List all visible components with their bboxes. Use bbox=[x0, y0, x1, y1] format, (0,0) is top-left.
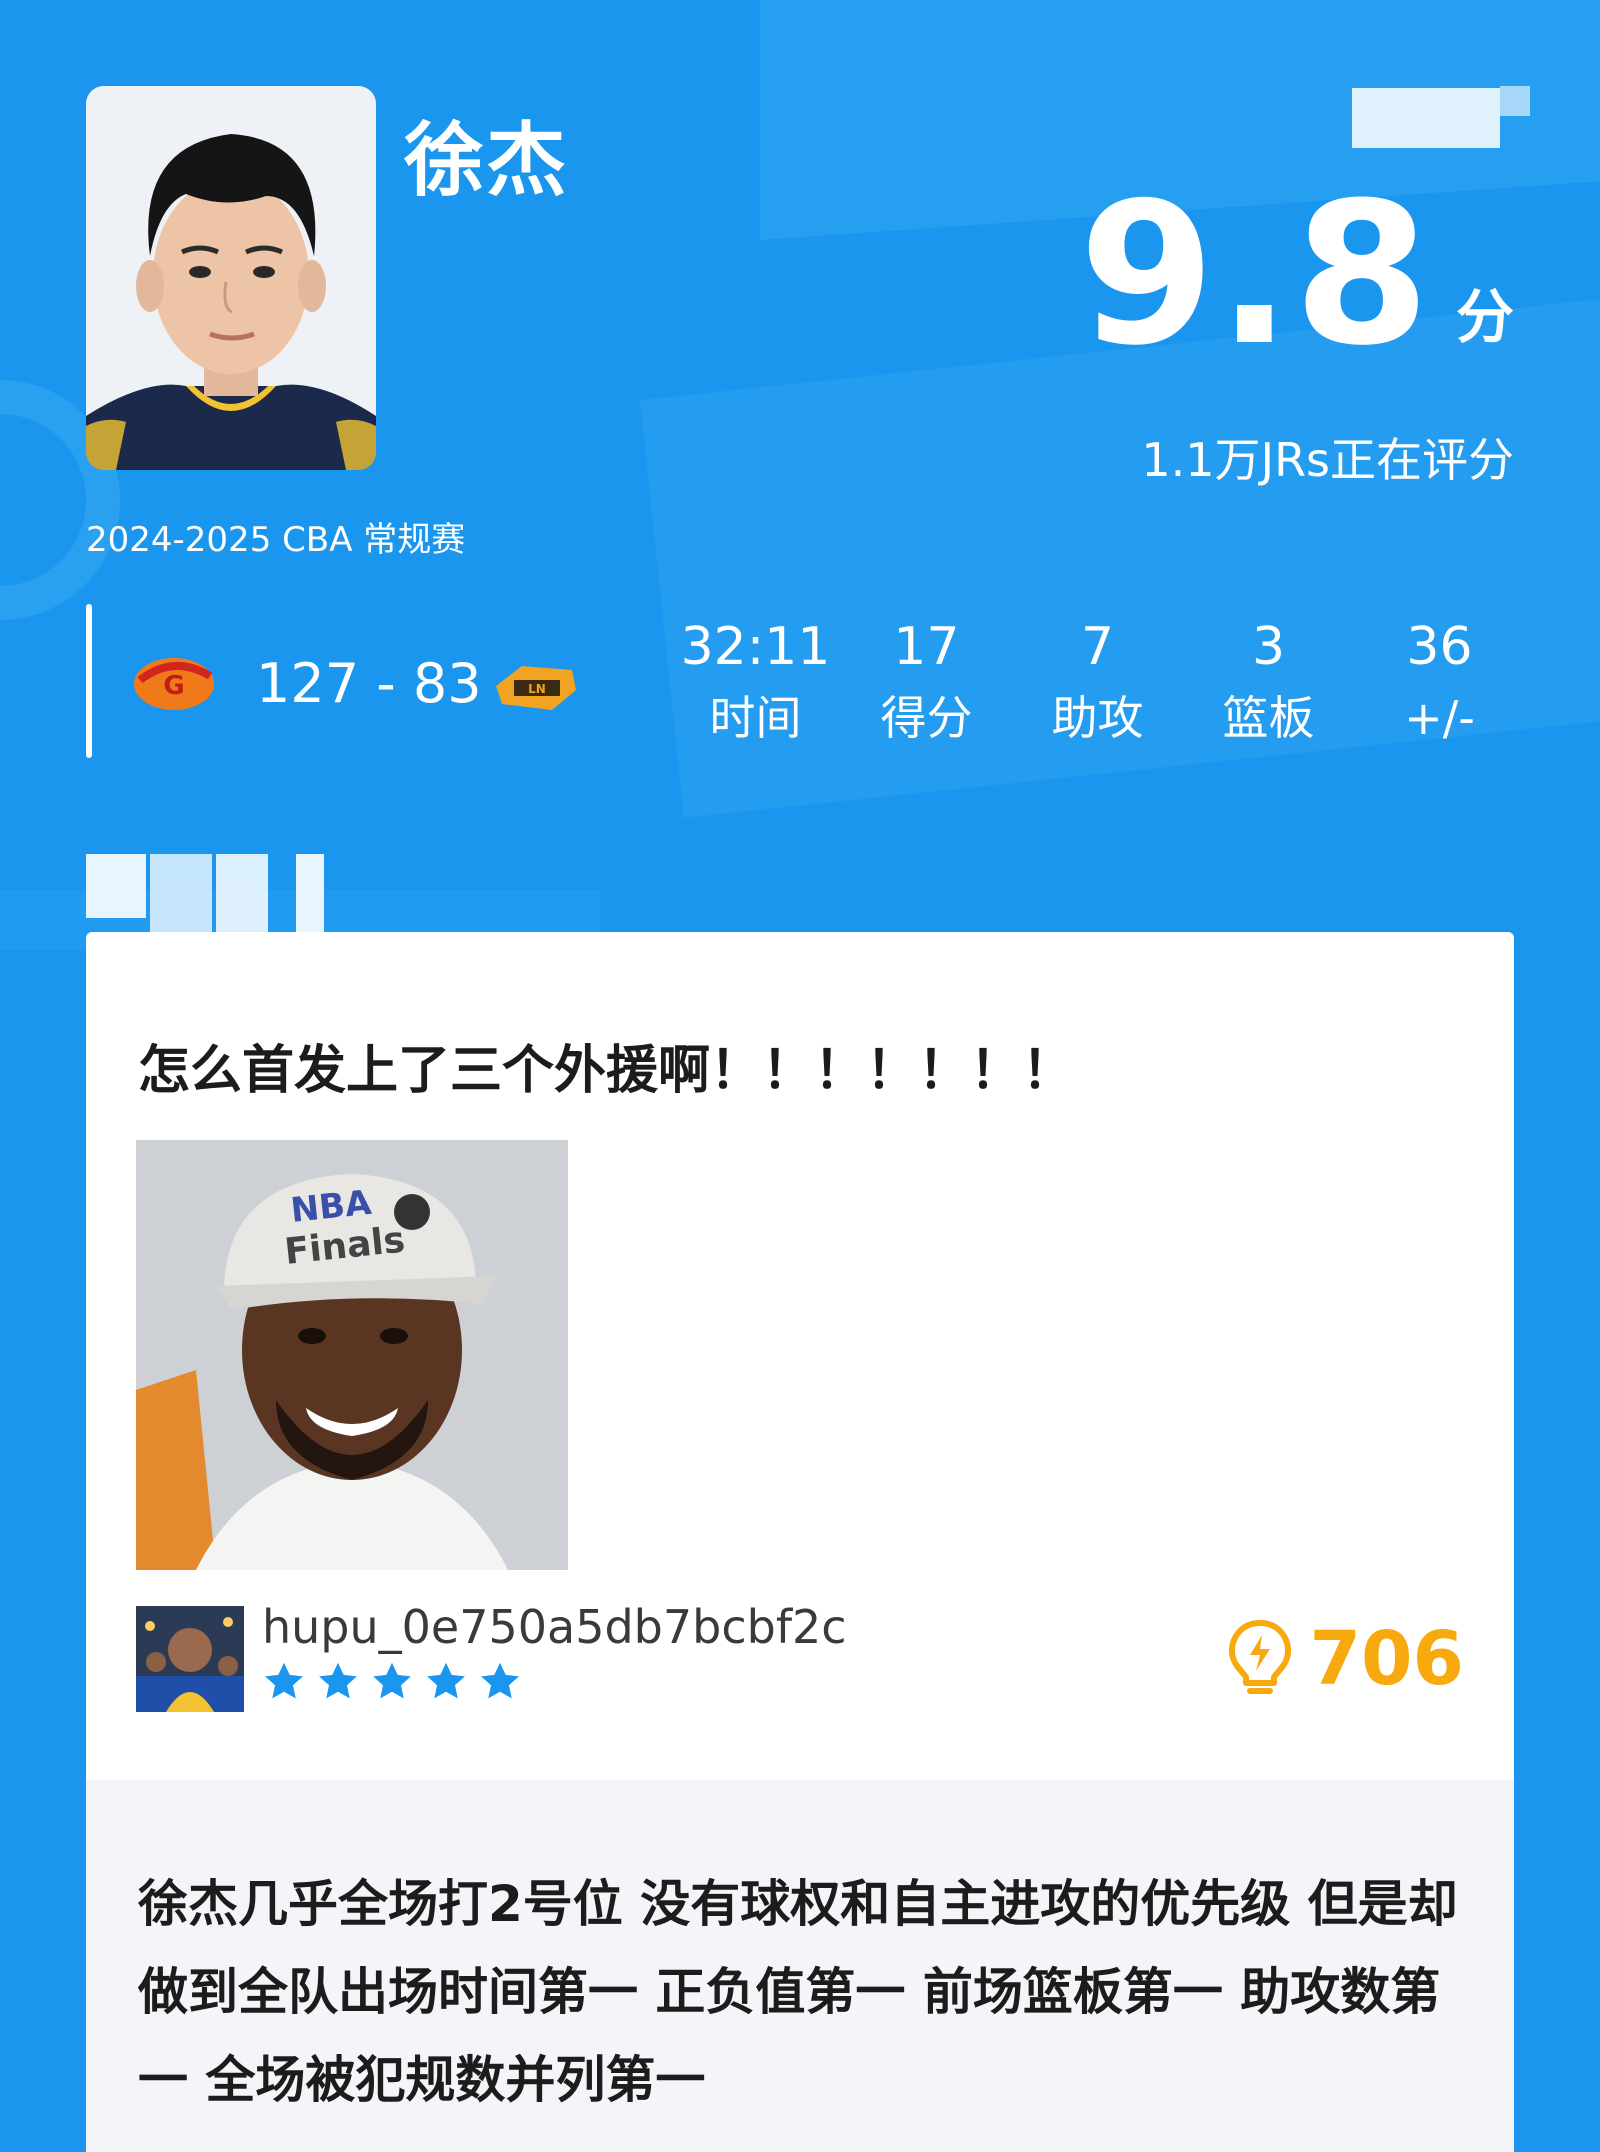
star-icon bbox=[373, 1662, 411, 1699]
star-icon bbox=[427, 1662, 465, 1699]
like-count: 706 bbox=[1309, 1616, 1464, 1702]
blurred-section-title bbox=[296, 854, 324, 940]
blurred-section-title bbox=[150, 854, 212, 942]
blurred-section-title bbox=[86, 854, 146, 918]
star-icon bbox=[481, 1662, 519, 1699]
team-logo-away: LN bbox=[496, 666, 576, 710]
team-logo-home: G bbox=[134, 658, 214, 710]
star-icon bbox=[265, 1662, 303, 1699]
game-stats: 32:11 时间 17 得分 7 助攻 3 篮板 36 +/- bbox=[670, 612, 1525, 754]
comment-card[interactable]: 怎么首发上了三个外援啊！！！！！！！ NBA Finals hupu_0e750… bbox=[86, 932, 1514, 2152]
reply-box[interactable]: 徐杰几乎全场打2号位 没有球权和自主进攻的优先级 但是却做到全队出场时间第一 正… bbox=[86, 1780, 1514, 2152]
player-photo bbox=[86, 86, 376, 470]
svg-text:LN: LN bbox=[528, 682, 546, 696]
stat-value: 32:11 bbox=[680, 617, 831, 677]
user-avatar-photo bbox=[136, 1606, 244, 1712]
player-avatar bbox=[86, 86, 376, 470]
blurred-logo bbox=[1352, 88, 1500, 148]
stat-label: +/- bbox=[1404, 691, 1475, 745]
stat-value: 7 bbox=[1080, 617, 1115, 677]
lightbulb-icon bbox=[1228, 1620, 1291, 1694]
player-name: 徐杰 bbox=[404, 114, 568, 207]
comment-image[interactable]: NBA Finals bbox=[136, 1140, 568, 1570]
username[interactable]: hupu_0e750a5db7bcbf2c bbox=[262, 1600, 847, 1654]
meme-photo: NBA Finals bbox=[136, 1140, 568, 1570]
stat-value: 3 bbox=[1251, 617, 1286, 677]
stat-time: 32:11 时间 bbox=[670, 612, 841, 754]
stat-value: 36 bbox=[1406, 617, 1473, 677]
reply-text: 徐杰几乎全场打2号位 没有球权和自主进攻的优先级 但是却做到全队出场时间第一 正… bbox=[138, 1875, 1458, 2109]
game-score: 127 - 83 bbox=[256, 652, 482, 715]
stat-value: 17 bbox=[893, 617, 960, 677]
rating-value: 9.8 bbox=[1078, 161, 1432, 389]
star-rating bbox=[262, 1660, 522, 1704]
stat-assists: 7 助攻 bbox=[1012, 612, 1183, 754]
svg-text:G: G bbox=[163, 671, 184, 701]
user-avatar[interactable] bbox=[136, 1606, 244, 1712]
comment-title: 怎么首发上了三个外援啊！！！！！！！ bbox=[138, 1041, 1075, 1101]
star-icon bbox=[319, 1662, 357, 1699]
game-divider bbox=[86, 604, 92, 758]
raters-count: 1.1万JRs正在评分 bbox=[1141, 433, 1514, 487]
stat-label: 得分 bbox=[880, 691, 973, 745]
stat-label: 篮板 bbox=[1222, 691, 1315, 745]
stat-plus-minus: 36 +/- bbox=[1354, 612, 1525, 754]
stat-points: 17 得分 bbox=[841, 612, 1012, 754]
like-button[interactable]: 706 bbox=[1228, 1616, 1464, 1702]
stat-label: 助攻 bbox=[1051, 691, 1144, 745]
stat-label: 时间 bbox=[709, 691, 802, 745]
season-label: 2024-2025 CBA 常规赛 bbox=[86, 520, 466, 560]
blurred-logo-piece bbox=[1500, 86, 1530, 116]
rating: 9.8 分 bbox=[1078, 161, 1514, 389]
stat-rebounds: 3 篮板 bbox=[1183, 612, 1354, 754]
rating-unit: 分 bbox=[1455, 283, 1514, 351]
blurred-section-title bbox=[216, 854, 268, 934]
